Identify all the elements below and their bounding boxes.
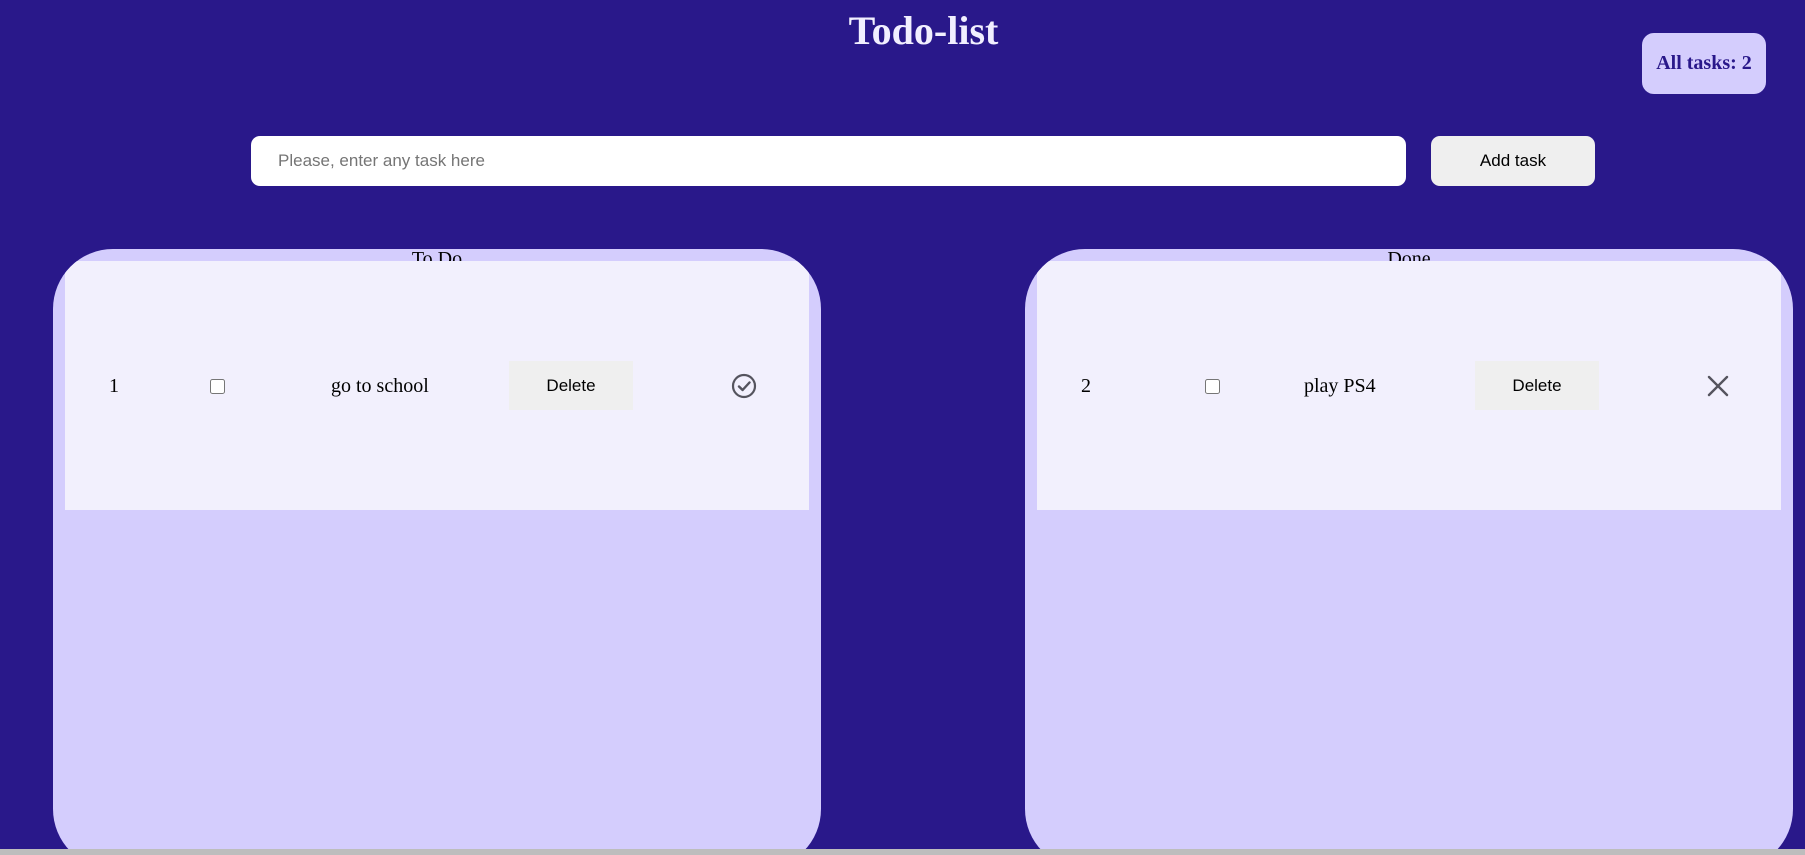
done-column: Done 2 play PS4 Delete — [1025, 249, 1793, 855]
task-counter-badge: All tasks: 2 — [1642, 33, 1766, 94]
task-number: 2 — [1081, 375, 1091, 397]
add-task-button[interactable]: Add task — [1431, 136, 1595, 186]
close-icon[interactable] — [1704, 372, 1732, 400]
task-text: go to school — [331, 375, 429, 397]
task-text: play PS4 — [1304, 375, 1376, 397]
page-title: Todo-list — [848, 8, 999, 53]
task-row: 1 go to school Delete — [65, 261, 809, 510]
task-number: 1 — [109, 375, 119, 397]
horizontal-scrollbar[interactable] — [0, 849, 1805, 855]
todo-column: To Do 1 go to school Delete — [53, 249, 821, 855]
delete-task-button[interactable]: Delete — [509, 361, 633, 410]
task-checkbox[interactable] — [210, 379, 225, 394]
delete-task-button[interactable]: Delete — [1475, 361, 1599, 410]
task-input[interactable] — [251, 136, 1406, 186]
task-checkbox[interactable] — [1205, 379, 1220, 394]
task-row: 2 play PS4 Delete — [1037, 261, 1781, 510]
check-circle-icon[interactable] — [730, 372, 758, 400]
